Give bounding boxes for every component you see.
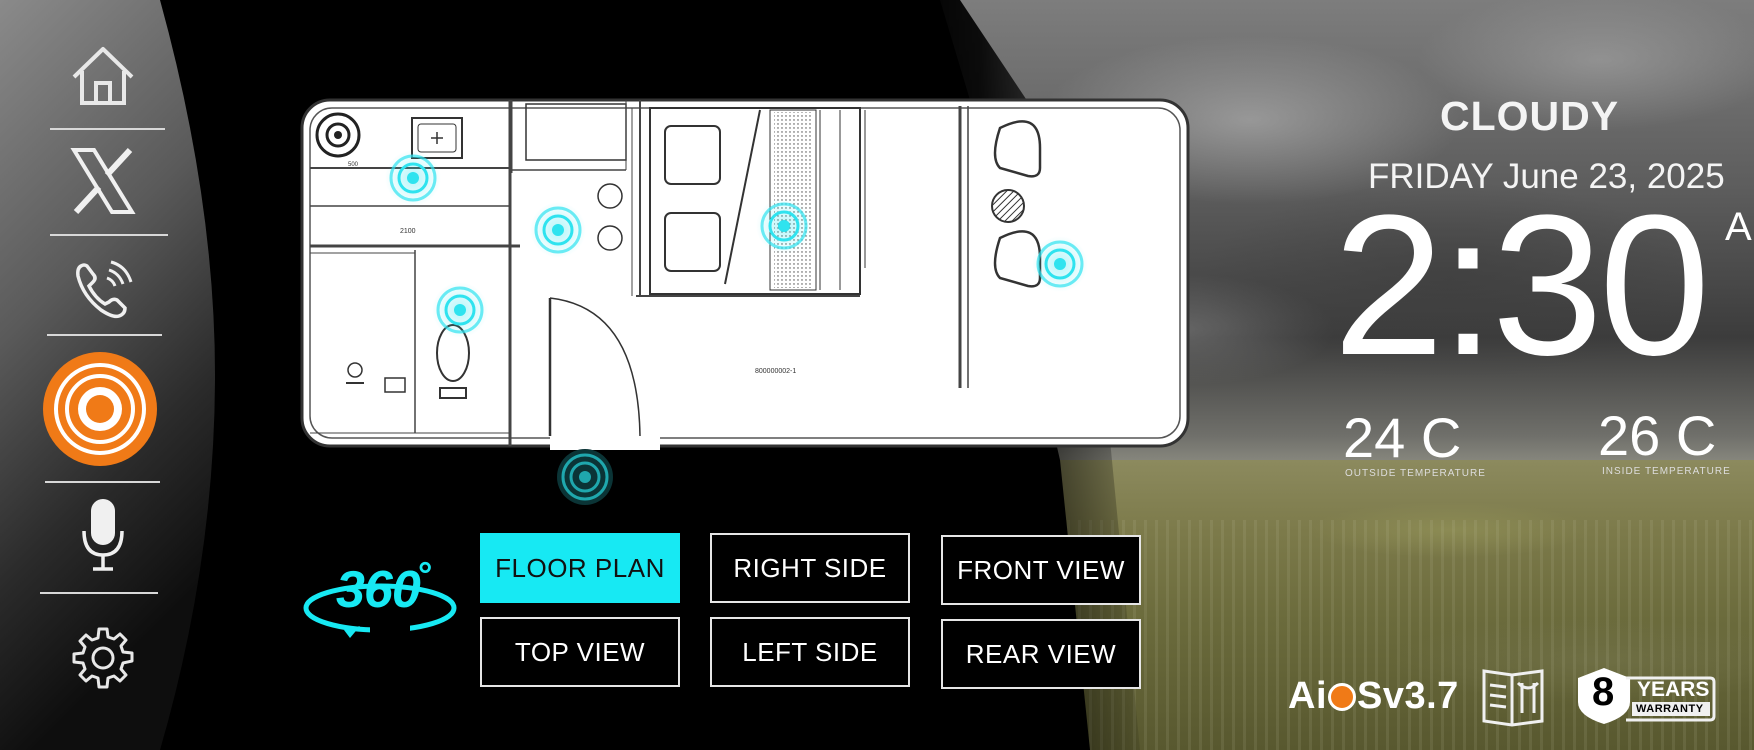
sidebar-divider [45,481,160,483]
rear-view-label: REAR VIEW [965,638,1117,669]
top-view-button[interactable]: TOP VIEW [480,617,680,687]
sensor-shower[interactable] [432,282,488,338]
front-view-label: FRONT VIEW [957,554,1125,585]
os-version-prefix: Ai [1288,675,1327,717]
warranty-line2: WARRANTY [1636,703,1704,715]
clock-ampm: AM [1725,205,1754,249]
os-version: Ai Sv3.7 [1288,675,1459,718]
warranty-line1: YEARS [1637,678,1710,701]
outside-temperature: 24 C [1343,406,1462,469]
top-view-label: TOP VIEW [514,636,646,667]
dimension-label: 2100 [400,228,416,235]
rear-view-button[interactable]: REAR VIEW [941,619,1141,689]
model-code-label: 800000002-1 [755,368,796,375]
microphone-icon [82,499,124,571]
sidebar-divider [50,128,165,130]
home-icon [72,47,134,105]
sidebar-item-home[interactable] [38,40,168,112]
sensor-lounge[interactable] [1032,236,1088,292]
sensor-hallway[interactable] [530,202,586,258]
outside-temperature-label: OUTSIDE TEMPERATURE [1345,468,1486,479]
phone-icon [76,260,133,319]
sensor-bathroom[interactable] [385,150,441,206]
weather-condition: CLOUDY [1440,93,1620,139]
sidebar-item-voice[interactable] [38,495,168,575]
sidebar-divider [40,592,158,594]
manual-book-icon[interactable] [1478,663,1548,729]
sidebar-divider [50,234,168,236]
sidebar-item-phone[interactable] [38,255,168,325]
rv-floor-plan: 2100 500 800000002-1 [300,98,1190,450]
sidebar-item-sensors[interactable] [40,348,160,470]
right-side-label: RIGHT SIDE [733,552,887,583]
os-logo-icon [1328,683,1356,711]
sidebar-item-x[interactable] [38,142,168,220]
sensor-target-icon [43,352,157,466]
sensor-bedroom[interactable] [756,198,812,254]
left-side-button[interactable]: LEFT SIDE [710,617,910,687]
front-view-button[interactable]: FRONT VIEW [941,535,1141,605]
sidebar-item-settings[interactable] [38,618,168,698]
left-side-label: LEFT SIDE [742,636,878,667]
360-label: 360 [336,561,421,619]
floor-plan-label: FLOOR PLAN [495,552,665,583]
right-side-button[interactable]: RIGHT SIDE [710,533,910,603]
floor-plan-button[interactable]: FLOOR PLAN [480,533,680,603]
os-version-suffix: Sv3.7 [1357,675,1459,717]
inside-temperature-label: INSIDE TEMPERATURE [1602,466,1731,477]
sidebar-divider [47,334,162,336]
sensor-entry[interactable] [553,445,617,509]
warranty-years: 8 [1592,670,1615,714]
360-view-badge[interactable]: 360 ° [300,554,460,650]
x-icon [70,147,136,215]
gear-icon [72,627,134,689]
degree-symbol: ° [418,554,433,595]
dimension-label: 500 [348,162,359,168]
clock-time: 2:30 [1333,174,1710,397]
inside-temperature: 26 C [1598,404,1717,467]
